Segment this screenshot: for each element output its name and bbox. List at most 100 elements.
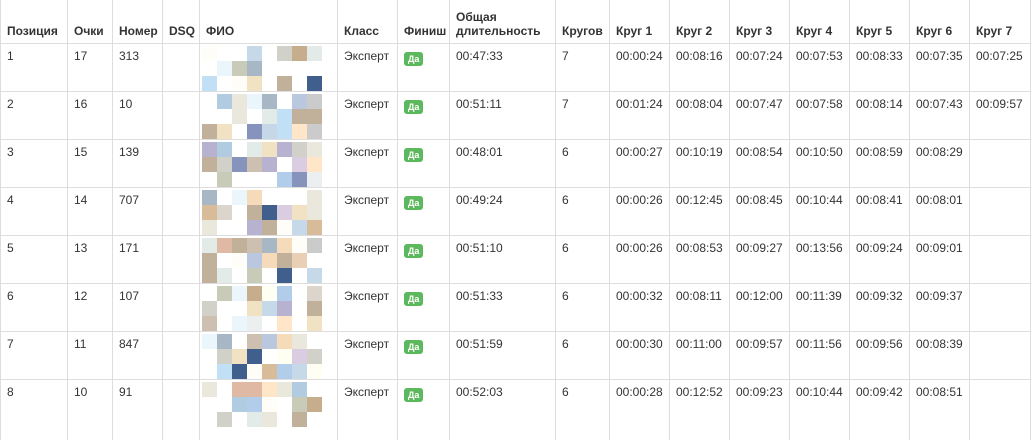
column-header-position[interactable]: Позиция — [1, 0, 68, 44]
dsq-cell — [163, 236, 200, 284]
finish-badge: Да — [404, 340, 423, 354]
column-header-dsq[interactable]: DSQ — [163, 0, 200, 44]
lap-5-cell: 00:08:14 — [850, 92, 910, 140]
lap-1-cell: 00:00:28 — [610, 380, 670, 440]
total-duration-cell: 00:52:03 — [450, 380, 556, 440]
lap-4-cell: 00:10:44 — [790, 380, 850, 440]
header-row: ПозицияОчкиНомерDSQФИОКлассФинишОбщая дл… — [1, 0, 1031, 44]
redacted-name-image — [202, 238, 337, 283]
lap-3-cell: 00:07:47 — [730, 92, 790, 140]
total-duration-cell: 00:51:11 — [450, 92, 556, 140]
table-row: 414707ЭкспертДа00:49:24600:00:2600:12:45… — [1, 188, 1031, 236]
lap-1-cell: 00:00:26 — [610, 236, 670, 284]
lap-6-cell: 00:08:29 — [910, 140, 970, 188]
lap-5-cell: 00:09:42 — [850, 380, 910, 440]
lap-1-cell: 00:00:30 — [610, 332, 670, 380]
column-header-lap-6[interactable]: Круг 6 — [910, 0, 970, 44]
lap-4-cell: 00:11:56 — [790, 332, 850, 380]
lap-7-cell: 00:07:25 — [970, 44, 1031, 92]
position-cell: 3 — [1, 140, 68, 188]
name-cell — [200, 236, 338, 284]
points-cell: 15 — [68, 140, 113, 188]
lap-1-cell: 00:00:24 — [610, 44, 670, 92]
lap-5-cell: 00:08:59 — [850, 140, 910, 188]
lap-6-cell: 00:07:43 — [910, 92, 970, 140]
lap-7-cell — [970, 188, 1031, 236]
lap-1-cell: 00:00:26 — [610, 188, 670, 236]
total-duration-cell: 00:51:33 — [450, 284, 556, 332]
column-header-lap-1[interactable]: Круг 1 — [610, 0, 670, 44]
table-row: 711847ЭкспертДа00:51:59600:00:3000:11:00… — [1, 332, 1031, 380]
finish-cell: Да — [398, 44, 450, 92]
dsq-cell — [163, 380, 200, 440]
name-cell — [200, 332, 338, 380]
finish-badge: Да — [404, 292, 423, 306]
column-header-class[interactable]: Класс — [338, 0, 398, 44]
redacted-name-image — [202, 46, 337, 91]
lap-5-cell: 00:08:41 — [850, 188, 910, 236]
finish-cell: Да — [398, 92, 450, 140]
column-header-finish[interactable]: Финиш — [398, 0, 450, 44]
class-cell: Эксперт — [338, 188, 398, 236]
number-cell: 10 — [113, 92, 163, 140]
points-cell: 13 — [68, 236, 113, 284]
results-table: ПозицияОчкиНомерDSQФИОКлассФинишОбщая дл… — [0, 0, 1031, 440]
laps-cell: 6 — [556, 140, 610, 188]
lap-7-cell — [970, 380, 1031, 440]
lap-1-cell: 00:00:32 — [610, 284, 670, 332]
lap-7-cell — [970, 236, 1031, 284]
class-cell: Эксперт — [338, 332, 398, 380]
total-duration-cell: 00:49:24 — [450, 188, 556, 236]
position-cell: 6 — [1, 284, 68, 332]
lap-6-cell: 00:08:39 — [910, 332, 970, 380]
laps-cell: 7 — [556, 44, 610, 92]
points-cell: 16 — [68, 92, 113, 140]
lap-4-cell: 00:10:50 — [790, 140, 850, 188]
laps-cell: 6 — [556, 188, 610, 236]
column-header-number[interactable]: Номер — [113, 0, 163, 44]
finish-cell: Да — [398, 284, 450, 332]
column-header-lap-3[interactable]: Круг 3 — [730, 0, 790, 44]
column-header-lap-4[interactable]: Круг 4 — [790, 0, 850, 44]
lap-5-cell: 00:09:32 — [850, 284, 910, 332]
laps-cell: 6 — [556, 236, 610, 284]
class-cell: Эксперт — [338, 380, 398, 440]
class-cell: Эксперт — [338, 236, 398, 284]
laps-cell: 6 — [556, 380, 610, 440]
lap-6-cell: 00:08:01 — [910, 188, 970, 236]
lap-2-cell: 00:08:11 — [670, 284, 730, 332]
laps-cell: 7 — [556, 92, 610, 140]
laps-cell: 6 — [556, 332, 610, 380]
lap-3-cell: 00:09:27 — [730, 236, 790, 284]
lap-4-cell: 00:11:39 — [790, 284, 850, 332]
column-header-lap-7[interactable]: Круг 7 — [970, 0, 1031, 44]
finish-cell: Да — [398, 332, 450, 380]
points-cell: 12 — [68, 284, 113, 332]
table-row: 21610ЭкспертДа00:51:11700:01:2400:08:040… — [1, 92, 1031, 140]
column-header-lap-5[interactable]: Круг 5 — [850, 0, 910, 44]
dsq-cell — [163, 332, 200, 380]
column-header-total-duration[interactable]: Общая длительность — [450, 0, 556, 44]
number-cell: 171 — [113, 236, 163, 284]
column-header-name[interactable]: ФИО — [200, 0, 338, 44]
redacted-name-image — [202, 94, 337, 139]
lap-2-cell: 00:11:00 — [670, 332, 730, 380]
dsq-cell — [163, 44, 200, 92]
column-header-points[interactable]: Очки — [68, 0, 113, 44]
lap-7-cell: 00:09:57 — [970, 92, 1031, 140]
finish-badge: Да — [404, 388, 423, 402]
lap-3-cell: 00:08:45 — [730, 188, 790, 236]
lap-2-cell: 00:12:45 — [670, 188, 730, 236]
total-duration-cell: 00:51:10 — [450, 236, 556, 284]
points-cell: 11 — [68, 332, 113, 380]
lap-2-cell: 00:08:04 — [670, 92, 730, 140]
table-row: 117313ЭкспертДа00:47:33700:00:2400:08:16… — [1, 44, 1031, 92]
column-header-lap-2[interactable]: Круг 2 — [670, 0, 730, 44]
total-duration-cell: 00:47:33 — [450, 44, 556, 92]
lap-2-cell: 00:08:53 — [670, 236, 730, 284]
points-cell: 14 — [68, 188, 113, 236]
number-cell: 847 — [113, 332, 163, 380]
finish-cell: Да — [398, 380, 450, 440]
total-duration-cell: 00:51:59 — [450, 332, 556, 380]
column-header-laps[interactable]: Кругов — [556, 0, 610, 44]
